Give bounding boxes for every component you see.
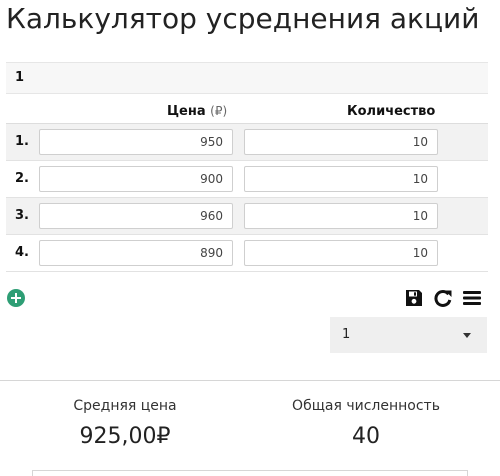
portfolio-name-field[interactable]: 1	[6, 62, 488, 94]
average-price-label: Средняя цена	[73, 398, 177, 414]
bottom-panel-edge	[32, 470, 468, 476]
row-index: 3.	[15, 208, 29, 223]
quantity-input[interactable]: 10	[244, 240, 438, 266]
row-index: 4.	[15, 245, 29, 260]
price-input[interactable]: 890	[39, 240, 233, 266]
price-input[interactable]: 960	[39, 203, 233, 229]
total-quantity-value: 40	[352, 424, 380, 449]
total-quantity-label: Общая численность	[292, 398, 440, 414]
reload-icon[interactable]	[433, 288, 453, 308]
plus-circle-icon[interactable]	[7, 289, 25, 307]
page-title: Калькулятор усреднения акций	[6, 2, 480, 35]
hamburger-menu-icon[interactable]	[462, 288, 482, 308]
row-index: 2.	[15, 171, 29, 186]
price-header-label: Цена	[167, 104, 206, 119]
table-row: 1. 950 10	[6, 124, 488, 161]
quantity-input[interactable]: 10	[244, 129, 438, 155]
total-quantity-stat: Общая численность 40	[266, 398, 466, 449]
quantity-column-header: Количество	[347, 104, 436, 119]
saved-portfolio-select[interactable]: 1	[330, 317, 487, 353]
quantity-input[interactable]: 10	[244, 203, 438, 229]
price-input[interactable]: 900	[39, 166, 233, 192]
table-row: 2. 900 10	[6, 161, 488, 198]
table-row: 3. 960 10	[6, 198, 488, 235]
average-price-value: 925,00₽	[79, 424, 171, 449]
table-row: 4. 890 10	[6, 235, 488, 272]
select-value: 1	[342, 327, 351, 342]
caret-down-icon	[463, 333, 471, 338]
row-index: 1.	[15, 134, 29, 149]
price-input[interactable]: 950	[39, 129, 233, 155]
average-price-stat: Средняя цена 925,00₽	[25, 398, 225, 449]
floppy-disk-icon[interactable]	[404, 288, 424, 308]
price-column-header: Цена (₽)	[167, 104, 227, 119]
portfolio-name-value: 1	[15, 70, 25, 85]
summary-divider	[0, 380, 500, 381]
price-header-unit: (₽)	[210, 104, 228, 118]
quantity-input[interactable]: 10	[244, 166, 438, 192]
